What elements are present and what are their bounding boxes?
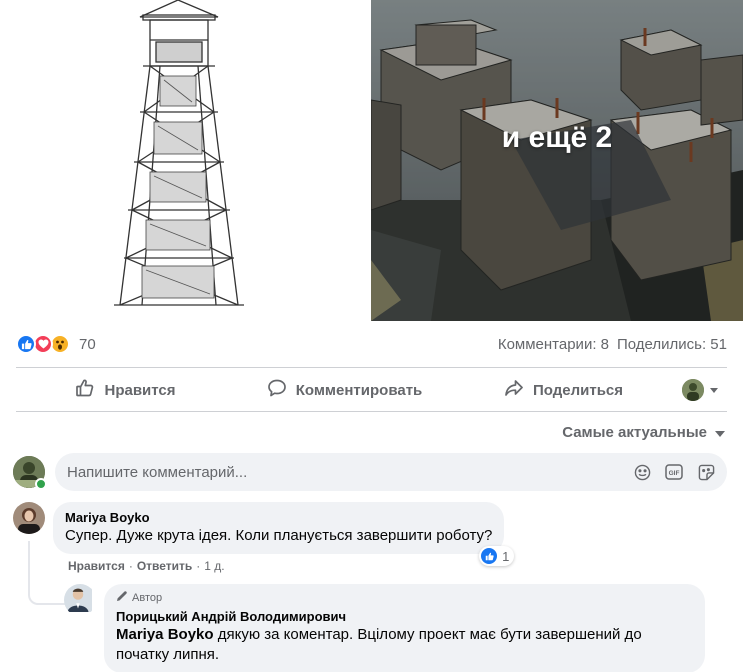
reply-item: Автор Порицький Андрій Володимирович Mar… xyxy=(64,584,705,672)
comment-input-placeholder: Напишите комментарий... xyxy=(67,463,248,481)
wow-reaction-icon xyxy=(50,334,70,354)
sticker-icon[interactable] xyxy=(697,463,715,481)
post-stats: 70 Комментарии: 8 Поделились: 51 xyxy=(16,330,727,358)
comment-composer: Напишите комментарий... GIF xyxy=(13,453,727,491)
stats-divider xyxy=(16,367,727,368)
photo-tower-drawing[interactable] xyxy=(0,0,370,321)
shares-count-link[interactable]: Поделились: 51 xyxy=(617,336,727,353)
tower-drawing-image xyxy=(114,0,244,306)
post-actions: Нравится Комментировать Поделиться xyxy=(16,370,727,410)
meta-separator: · xyxy=(196,559,201,573)
comment-reply-link[interactable]: Ответить xyxy=(137,559,192,573)
more-photos-overlay[interactable]: и ещё 2 xyxy=(371,0,743,321)
actions-divider xyxy=(16,411,727,412)
comment-author-link[interactable]: Mariya Boyko xyxy=(65,510,492,526)
love-reaction-icon xyxy=(33,334,53,354)
like-button[interactable]: Нравится xyxy=(16,372,235,408)
comment-input[interactable]: Напишите комментарий... GIF xyxy=(55,453,727,491)
reaction-as-page-selector[interactable] xyxy=(673,372,727,408)
pencil-icon xyxy=(116,590,128,605)
meta-separator: · xyxy=(128,559,133,573)
comment-timestamp[interactable]: 1 д. xyxy=(204,559,224,573)
reaction-summary[interactable]: 70 xyxy=(16,334,96,354)
comments-count-link[interactable]: Комментарии: 8 xyxy=(498,336,609,353)
commenter-avatar[interactable] xyxy=(13,502,45,534)
emoji-icon[interactable] xyxy=(633,463,651,481)
share-label: Поделиться xyxy=(532,381,624,399)
thumbs-up-icon xyxy=(75,378,95,402)
mention-link[interactable]: Mariya Boyko xyxy=(116,626,214,643)
comment-meta: Нравится · Ответить · 1 д. xyxy=(68,559,225,573)
reply-thread-line xyxy=(28,541,68,605)
page-avatar xyxy=(682,379,704,401)
comment-reaction-summary[interactable]: 1 xyxy=(479,546,515,566)
share-arrow-icon xyxy=(504,378,524,402)
photo-grid: и ещё 2 xyxy=(0,0,743,321)
author-badge-label: Автор xyxy=(132,591,163,604)
comment-button[interactable]: Комментировать xyxy=(235,372,454,408)
like-reaction-icon xyxy=(16,334,36,354)
comment-text: Супер. Дуже крута ідея. Коли планується … xyxy=(65,527,493,544)
current-user-avatar[interactable] xyxy=(13,456,47,490)
photo-foundation[interactable]: и ещё 2 xyxy=(371,0,743,321)
comment-bubble: Mariya Boyko Супер. Дуже крута ідея. Кол… xyxy=(53,502,515,566)
share-button[interactable]: Поделиться xyxy=(454,372,673,408)
online-status-dot xyxy=(35,478,47,490)
reply-author-avatar[interactable] xyxy=(64,584,96,616)
comment-sort-dropdown[interactable]: Самые актуальные xyxy=(562,424,725,441)
comment-icon xyxy=(267,378,287,402)
svg-text:GIF: GIF xyxy=(669,470,680,477)
sort-label: Самые актуальные xyxy=(562,424,707,441)
comment-label: Комментировать xyxy=(295,381,423,399)
comment-like-link[interactable]: Нравится xyxy=(68,559,125,573)
more-photos-label: и ещё 2 xyxy=(501,120,613,154)
comment-reaction-count: 1 xyxy=(502,548,510,564)
reply-text: Mariya Boyko дякую за коментар. Вцілому … xyxy=(116,625,693,665)
author-badge: Автор xyxy=(116,590,693,605)
caret-down-icon xyxy=(715,424,725,441)
comment-item: Mariya Boyko Супер. Дуже крута ідея. Кол… xyxy=(13,502,515,566)
reply-author-link[interactable]: Порицький Андрій Володимирович xyxy=(116,609,693,625)
like-reaction-icon xyxy=(481,548,498,564)
reaction-count: 70 xyxy=(79,335,96,353)
gif-icon[interactable]: GIF xyxy=(665,463,683,481)
caret-down-icon xyxy=(710,381,718,399)
like-label: Нравится xyxy=(104,381,176,399)
reply-bubble: Автор Порицький Андрій Володимирович Mar… xyxy=(104,584,705,672)
